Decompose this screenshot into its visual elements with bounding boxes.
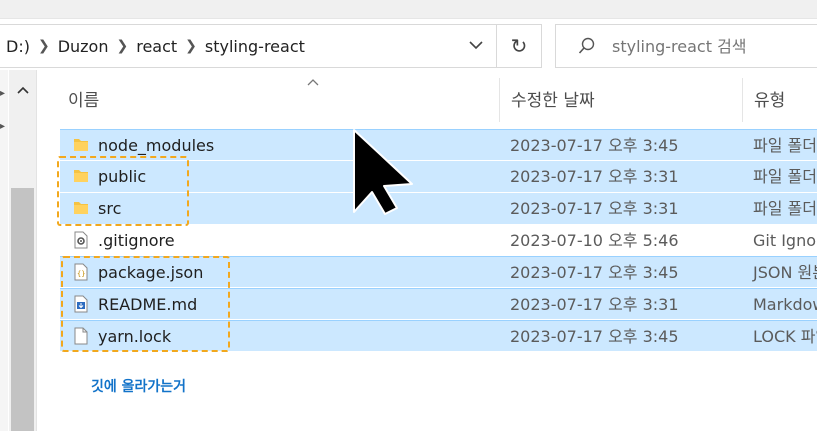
file-date: 2023-07-17 오후 3:31 <box>510 295 679 314</box>
gear-file-icon <box>72 231 90 253</box>
file-type: 파일 폴더 <box>753 199 817 218</box>
refresh-button[interactable]: ↻ <box>497 24 542 68</box>
file-type: LOCK 파일 <box>753 327 817 346</box>
file-type: Markdown <box>753 295 817 314</box>
file-type: JSON 원본 <box>753 263 817 282</box>
column-header-type-label: 유형 <box>754 90 786 111</box>
search-icon <box>578 37 595 54</box>
file-row-gitignore[interactable]: .gitignore 2023-07-10 오후 5:46 Git Ignore <box>60 225 817 256</box>
breadcrumb-react[interactable]: react <box>130 37 183 56</box>
column-header-name[interactable]: 이름 <box>36 70 499 126</box>
column-header-name-label: 이름 <box>68 90 100 111</box>
column-header-row: 이름 수정한 날짜 유형 <box>36 70 817 126</box>
chevron-right-icon[interactable]: ❯ <box>183 38 199 54</box>
chevron-right-icon[interactable]: ❯ <box>36 38 52 54</box>
search-input[interactable] <box>610 35 814 57</box>
scrollbar-thumb[interactable] <box>11 188 34 431</box>
file-name: .gitignore <box>98 231 175 250</box>
annotation-caption: 깃에 올라가는거 <box>91 379 187 395</box>
file-date: 2023-07-10 오후 5:46 <box>510 231 679 250</box>
expand-arrow-icon[interactable]: ▸ <box>0 121 5 132</box>
file-type: 파일 폴더 <box>753 167 817 186</box>
column-header-date-label: 수정한 날짜 <box>511 90 595 111</box>
search-box[interactable] <box>555 24 817 68</box>
window-top-strip <box>0 0 817 19</box>
file-type: Git Ignore <box>753 231 817 250</box>
file-date: 2023-07-17 오후 3:45 <box>510 136 679 155</box>
breadcrumb-drive[interactable]: D:) <box>0 37 36 56</box>
column-header-type[interactable]: 유형 <box>722 70 817 126</box>
folder-icon <box>72 136 90 158</box>
address-bar[interactable]: D:) ❯ Duzon ❯ react ❯ styling-react <box>0 24 497 68</box>
scroll-up-arrow-icon[interactable] <box>9 80 36 100</box>
file-date: 2023-07-17 오후 3:31 <box>510 167 679 186</box>
expand-arrow-icon[interactable]: ▸ <box>0 88 5 99</box>
highlight-box-folders <box>57 156 189 226</box>
highlight-box-files <box>61 256 230 352</box>
file-date: 2023-07-17 오후 3:45 <box>510 327 679 346</box>
chevron-right-icon[interactable]: ❯ <box>114 38 130 54</box>
column-header-date[interactable]: 수정한 날짜 <box>479 70 722 126</box>
file-type: 파일 폴더 <box>753 136 817 155</box>
refresh-icon: ↻ <box>510 34 528 58</box>
chevron-down-icon[interactable] <box>466 35 486 55</box>
file-date: 2023-07-17 오후 3:31 <box>510 199 679 218</box>
breadcrumb-styling-react[interactable]: styling-react <box>199 37 311 56</box>
mouse-pointer-icon <box>352 128 416 220</box>
breadcrumb-duzon[interactable]: Duzon <box>52 37 115 56</box>
file-date: 2023-07-17 오후 3:45 <box>510 263 679 282</box>
